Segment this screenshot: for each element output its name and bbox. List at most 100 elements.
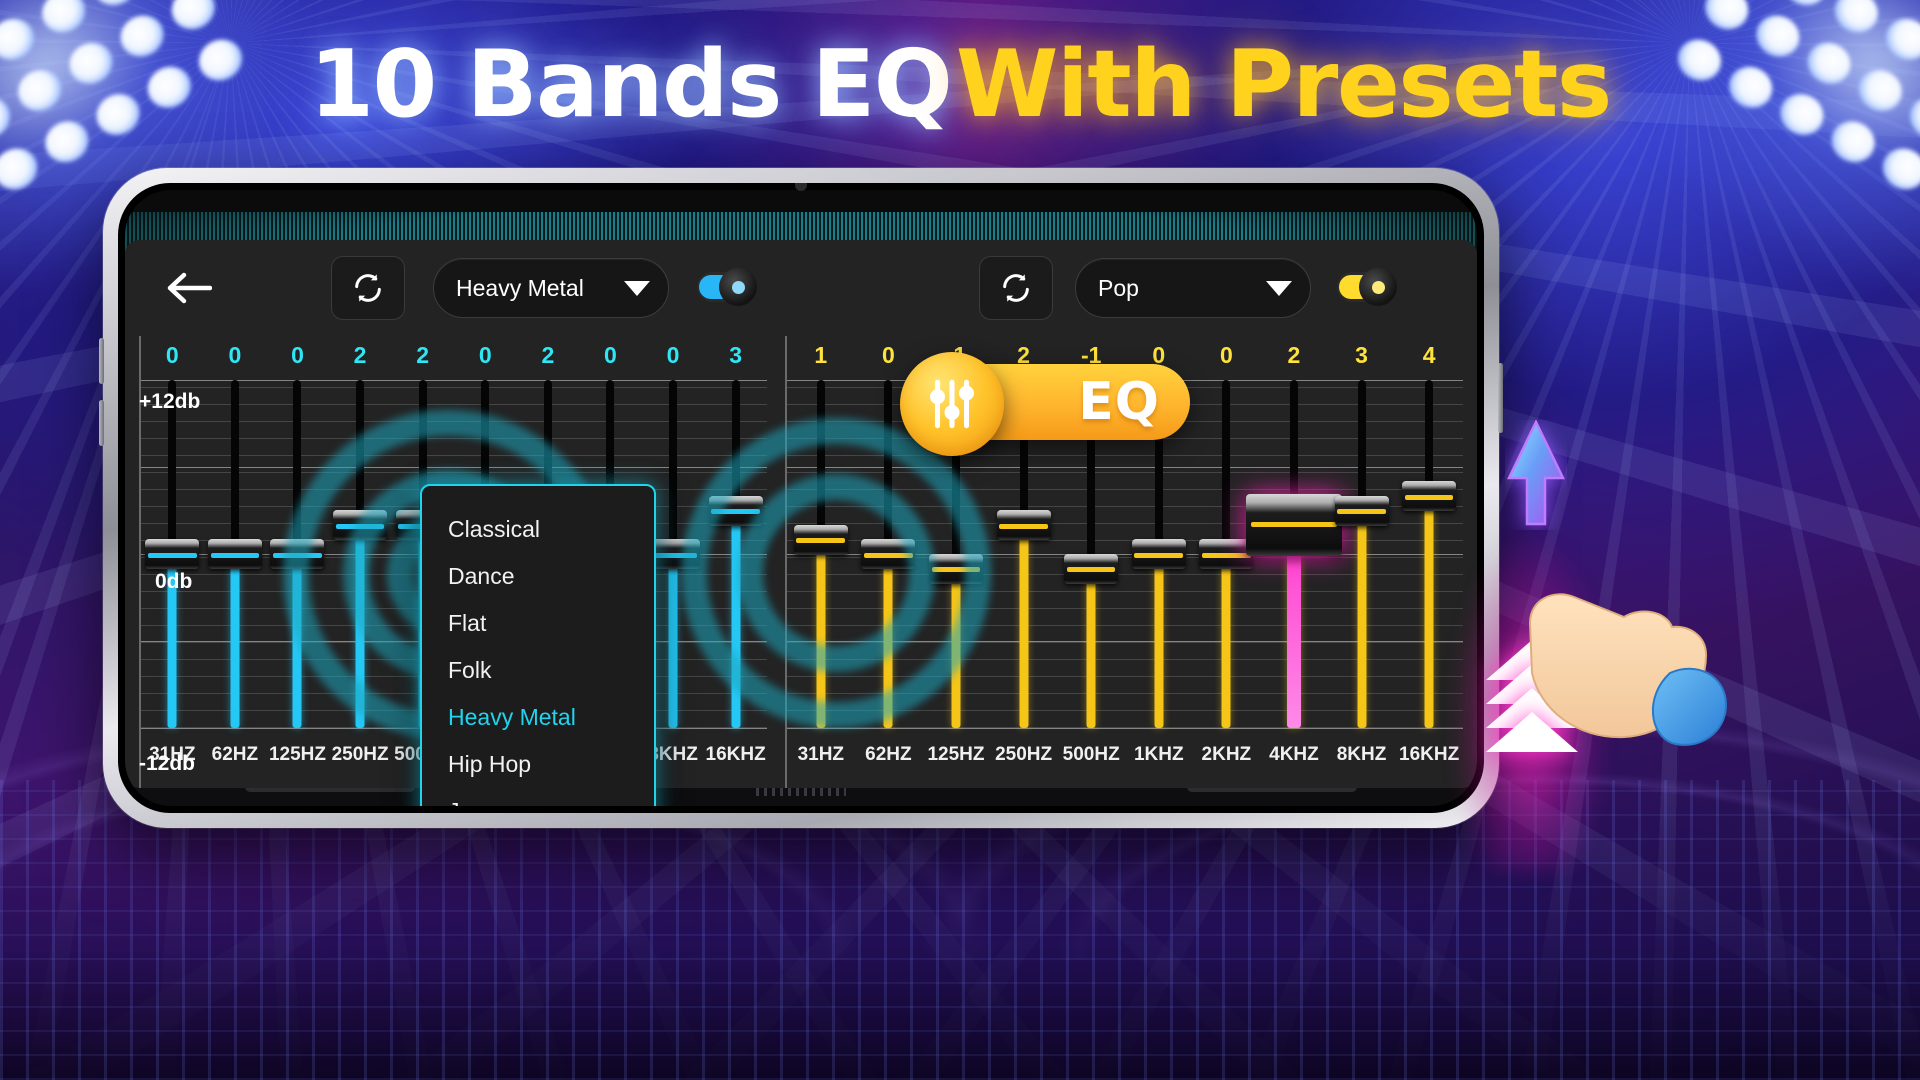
sliders-icon [930,379,974,429]
eq-slider-31hz[interactable] [141,380,204,728]
frequency-label: 1KHZ [1133,744,1184,765]
dropdown-option-folk[interactable]: Folk [422,647,654,694]
band-value: 0 [291,342,304,368]
slider-fill [230,554,240,728]
dropdown-option-flat[interactable]: Flat [422,600,654,647]
frequency-label: 125HZ [268,744,326,765]
slider-thumb[interactable] [1064,553,1119,584]
eq-slider-4khz[interactable] [1245,380,1342,728]
phone-volume-down-button[interactable] [99,400,104,446]
slider-thumb[interactable] [928,553,983,584]
slider-thumb[interactable] [1131,539,1186,569]
slider-fill [951,568,961,728]
slider-thumb[interactable] [145,539,200,569]
slider-thumb[interactable] [1334,495,1389,526]
db-label-mid: 0db [155,570,193,593]
band-value: 3 [729,342,743,368]
chevron-down-icon [624,280,650,296]
dropdown-option-dance[interactable]: Dance [422,553,654,600]
eq-slider-62hz[interactable] [204,380,267,728]
equalizer-sheet: Heavy Metal Pop 0 0 0 2 2 0 2 0 0 3 31HZ… [125,240,1477,806]
headline-part-2: With Presets [955,30,1612,138]
chevron-down-icon [1266,280,1292,296]
frequency-label: 250HZ [331,744,389,765]
band-value: 1 [814,342,828,368]
slider-fill [816,539,826,728]
eq-slider-16khz[interactable] [704,380,767,728]
page-title: 10 Bands EQ With Presets [0,30,1920,138]
frequency-label: 4KHZ [1269,744,1319,765]
frequency-label: 62HZ [865,744,912,765]
slider-thumb[interactable] [861,539,916,569]
slider-fill [1019,525,1029,728]
equalizer-toggle-right[interactable] [1337,268,1397,306]
frequency-label: 16KHZ [705,744,766,765]
back-button[interactable] [161,262,217,314]
slider-fill [1086,568,1096,728]
preset-select-right-label: Pop [1098,274,1139,301]
preset-select-right[interactable]: Pop [1075,258,1311,318]
refresh-icon [355,274,381,302]
band-value: 2 [416,342,430,368]
band-value: 0 [604,342,617,368]
slider-fill [668,554,678,728]
eq-slider-8khz[interactable] [1328,380,1396,728]
slider-thumb[interactable] [270,539,325,569]
eq-slider-250hz[interactable] [329,380,392,728]
up-arrow-cursor-icon [1505,419,1567,530]
slider-fill [883,554,893,728]
eq-slider-125hz[interactable] [266,380,329,728]
frequency-label: 250HZ [995,744,1053,765]
eq-badge: EQ [900,352,1190,456]
phone-power-button[interactable] [1498,363,1503,433]
dropdown-option-hip-hop[interactable]: Hip Hop [422,741,654,788]
eq-slider-16khz[interactable] [1395,380,1463,728]
back-arrow-icon [167,272,212,304]
band-value: 2 [353,342,367,368]
slider-thumb[interactable] [793,524,848,555]
equalizer-toggle-left[interactable] [697,268,757,306]
band-values-left: 0 0 0 2 2 0 2 0 0 3 [141,342,767,370]
headline-part-1: 10 Bands EQ [309,30,953,138]
eq-badge-label: EQ [1078,372,1160,432]
frequency-label: 16KHZ [1399,744,1460,765]
dropdown-option-heavy-metal[interactable]: Heavy Metal [422,694,654,741]
eq-slider-31hz[interactable] [787,380,855,728]
frequency-label: 500HZ [1062,744,1120,765]
slider-thumb[interactable] [708,495,763,526]
db-label-bottom: -12db [139,752,196,775]
slider-thumb[interactable] [207,539,262,569]
reset-button-right[interactable] [979,256,1053,320]
band-value: 0 [165,342,179,368]
slider-fill [1424,496,1434,728]
band-value: 0 [228,342,242,368]
slider-fill [1221,554,1231,728]
slider-fill [731,510,741,728]
phone-screen: To 2 LO OP S [125,190,1477,806]
hand-cursor-icon [1520,565,1730,755]
slider-thumb[interactable] [1402,481,1457,511]
preset-dropdown-menu[interactable]: Classical Dance Flat Folk Heavy Metal Hip Hop… [420,484,656,806]
frequency-label: 62HZ [211,744,259,765]
frequency-label: 2KHZ [1201,744,1252,765]
preset-select-left-label: Heavy Metal [456,274,584,301]
preset-select-left[interactable]: Heavy Metal [433,258,669,318]
band-value: 3 [1355,342,1368,368]
slider-thumb[interactable] [996,510,1051,540]
frequency-labels-right: 31HZ 62HZ 125HZ 250HZ 500HZ 1KHZ 2KHZ 4KHZ 8KHZ 1… [787,744,1463,774]
phone-mockup: To 2 LO OP S [99,168,1503,828]
reset-button-left[interactable] [331,256,405,320]
eq-badge-coin [900,352,1004,456]
slider-thumb[interactable] [333,510,388,540]
equalizer-toolbar: Heavy Metal Pop [125,240,1477,336]
phone-volume-up-button[interactable] [99,338,104,384]
slider-fill [292,554,302,728]
band-value: 0 [1219,342,1233,368]
dropdown-option-classical[interactable]: Classical [422,506,654,553]
dropdown-option-jazz[interactable]: Jazz [422,788,654,806]
band-value: 4 [1422,342,1436,368]
slider-fill [1357,510,1367,728]
band-value: 2 [1287,342,1301,368]
slider-fill [1154,554,1164,728]
band-value: 0 [666,342,680,368]
